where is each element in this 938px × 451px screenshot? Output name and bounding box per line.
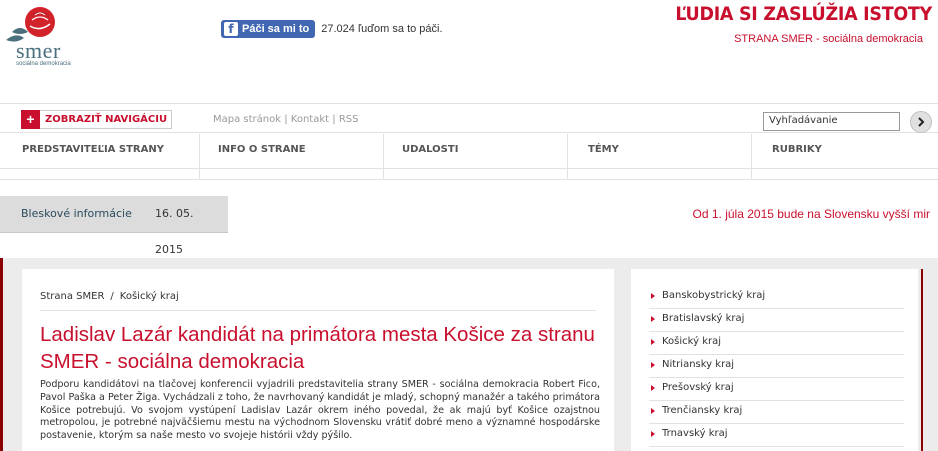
site-slogan-subtitle: STRANA SMER - sociálna demokracia bbox=[734, 33, 923, 45]
main-navigation: PREDSTAVITEĽIA STRANY INFO O STRANE UDAL… bbox=[0, 134, 938, 180]
smer-logo[interactable]: smer sociálna demokracia bbox=[2, 2, 112, 68]
plus-icon: + bbox=[21, 109, 40, 129]
flash-news-year: 2015 bbox=[155, 243, 183, 256]
nav-item-label: PREDSTAVITEĽIA STRANY bbox=[22, 144, 164, 155]
region-label: Bratislavský kraj bbox=[662, 313, 745, 324]
region-link-nitriansky[interactable]: Nitriansky kraj bbox=[649, 355, 904, 378]
region-link-bratislavsky[interactable]: Bratislavský kraj bbox=[649, 309, 904, 332]
breadcrumb-separator: / bbox=[110, 291, 114, 302]
sidebar-accent-line bbox=[921, 269, 923, 451]
show-navigation-label: ZOBRAZIŤ NAVIGÁCIU bbox=[45, 114, 168, 125]
facebook-like-count: 27.024 ľuďom sa to páči. bbox=[321, 23, 443, 35]
flash-news-date: 16. 05. bbox=[155, 207, 194, 220]
region-link-presovsky[interactable]: Prešovský kraj bbox=[649, 378, 904, 401]
region-link-trnavsky[interactable]: Trnavský kraj bbox=[649, 424, 904, 447]
region-label: Prešovský kraj bbox=[662, 382, 734, 393]
flash-news-label: Bleskové informácie bbox=[21, 207, 132, 220]
arrow-right-icon bbox=[651, 385, 655, 391]
article-body: Podporu kandidátovi na tlačovej konferen… bbox=[40, 379, 600, 442]
facebook-icon: f bbox=[224, 22, 238, 36]
flash-news-bar: Bleskové informácie 16. 05. Od 1. júla 2… bbox=[0, 196, 938, 234]
region-link-trenciansky[interactable]: Trenčiansky kraj bbox=[649, 401, 904, 424]
region-label: Košický kraj bbox=[662, 336, 722, 347]
facebook-like-label: Páči sa mi to bbox=[242, 23, 310, 35]
nav-item-about[interactable]: INFO O STRANE bbox=[200, 134, 384, 180]
arrow-right-icon bbox=[651, 431, 655, 437]
nav-item-topics[interactable]: TÉMY bbox=[568, 134, 752, 180]
nav-item-label: TÉMY bbox=[588, 144, 619, 155]
logo-subtitle: sociálna demokracia bbox=[16, 61, 71, 67]
arrow-right-icon bbox=[651, 316, 655, 322]
article: Strana SMER / Košický kraj Ladislav Lazár … bbox=[22, 269, 614, 451]
flash-news-headline[interactable]: Od 1. júla 2015 bude na Slovensku vyšší … bbox=[693, 207, 930, 221]
breadcrumb-divider bbox=[40, 310, 596, 311]
nav-item-label: RUBRIKY bbox=[772, 144, 822, 155]
sitemap-link[interactable]: Mapa stránok bbox=[213, 114, 281, 125]
region-link-kosicky[interactable]: Košický kraj bbox=[649, 332, 904, 355]
nav-item-label: UDALOSTI bbox=[402, 144, 459, 155]
facebook-like-widget: f Páči sa mi to 27.024 ľuďom sa to páči. bbox=[221, 20, 443, 38]
nav-item-columns[interactable]: RUBRIKY bbox=[752, 134, 938, 180]
region-label: Trenčiansky kraj bbox=[662, 405, 743, 416]
chevron-right-icon bbox=[918, 117, 925, 127]
region-label: Banskobystrický kraj bbox=[662, 290, 766, 301]
region-link-banskobystricky[interactable]: Banskobystrický kraj bbox=[649, 286, 904, 309]
flash-news-tab[interactable]: Bleskové informácie 16. 05. bbox=[0, 196, 228, 233]
region-label: Nitriansky kraj bbox=[662, 359, 735, 370]
breadcrumb-party[interactable]: Strana SMER bbox=[40, 291, 104, 302]
search-input[interactable]: Vyhľadávanie bbox=[763, 112, 900, 131]
arrow-right-icon bbox=[651, 339, 655, 345]
nav-item-label: INFO O STRANE bbox=[218, 144, 306, 155]
rss-link[interactable]: RSS bbox=[339, 114, 359, 125]
content-accent-line bbox=[0, 258, 3, 451]
site-header: smer sociálna demokracia f Páči sa mi to… bbox=[0, 0, 938, 100]
nav-item-events[interactable]: UDALOSTI bbox=[384, 134, 568, 180]
breadcrumb: Strana SMER / Košický kraj bbox=[40, 291, 179, 302]
show-navigation-button[interactable]: + ZOBRAZIŤ NAVIGÁCIU bbox=[21, 109, 173, 129]
nav-divider bbox=[0, 168, 938, 169]
contact-link[interactable]: Kontakt bbox=[291, 114, 329, 125]
search-submit-button[interactable] bbox=[910, 111, 932, 133]
top-bar: + ZOBRAZIŤ NAVIGÁCIU Mapa stránok | Kont… bbox=[0, 103, 938, 133]
regions-sidebar: Banskobystrický kraj Bratislavský kraj K… bbox=[631, 269, 923, 451]
utility-links: Mapa stránok | Kontakt | RSS bbox=[213, 114, 358, 125]
nav-item-representatives[interactable]: PREDSTAVITEĽIA STRANY bbox=[0, 134, 200, 180]
breadcrumb-region[interactable]: Košický kraj bbox=[120, 291, 179, 302]
region-label: Trnavský kraj bbox=[662, 428, 728, 439]
arrow-right-icon bbox=[651, 408, 655, 414]
arrow-right-icon bbox=[651, 293, 655, 299]
arrow-right-icon bbox=[651, 362, 655, 368]
article-title: Ladislav Lazár kandidát na primátora mes… bbox=[40, 323, 595, 373]
site-slogan: ĽUDIA SI ZASLÚŽIA ISTOTY bbox=[675, 3, 932, 25]
facebook-like-button[interactable]: f Páči sa mi to bbox=[221, 20, 316, 38]
